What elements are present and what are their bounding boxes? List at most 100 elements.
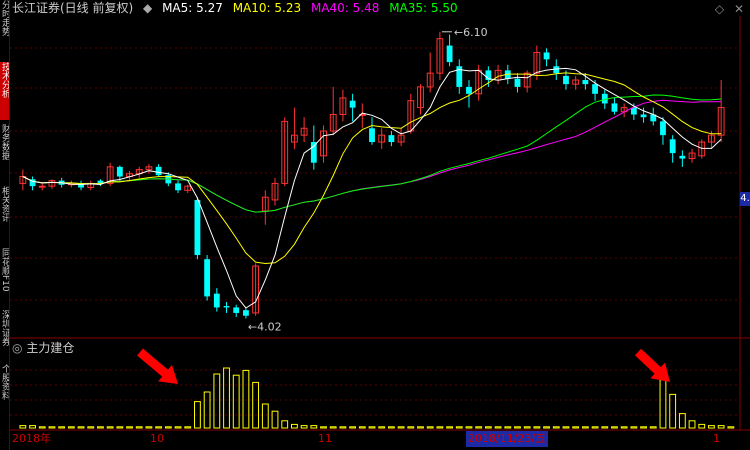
candle-body	[223, 306, 230, 308]
stock-title: 长江证券(日线 前复权)	[12, 1, 134, 15]
candle-body	[369, 128, 375, 143]
sidebar-item-profile[interactable]: 个股资料	[0, 364, 9, 424]
price-chart[interactable]: ←6.10 ←4.02	[0, 0, 750, 450]
vol-bar	[688, 420, 696, 429]
vol-bar	[184, 426, 192, 429]
vol-bar	[126, 426, 133, 429]
left-sidebar: 分时走势 技术分析 财务数据 相关资讯 同花顺F10 深圳证券 个股资料	[0, 0, 10, 450]
vol-bar	[300, 425, 308, 429]
vol-bar	[523, 426, 531, 429]
vol-bar	[620, 426, 628, 429]
vol-bar	[291, 423, 298, 429]
candle-body	[243, 310, 249, 316]
vol-bar	[281, 420, 289, 429]
vol-bar	[310, 425, 318, 429]
vol-bar	[387, 426, 395, 429]
vol-bar	[223, 367, 230, 429]
candle-body	[466, 86, 472, 94]
vol-bar	[145, 426, 153, 429]
vol-bar	[708, 425, 715, 429]
vol-bar	[504, 426, 512, 429]
vol-bar	[698, 423, 706, 429]
vol-bar	[261, 403, 269, 429]
ma35-label: MA35: 5.50	[389, 1, 458, 15]
vol-bar	[135, 426, 143, 429]
candle-body	[155, 166, 162, 176]
vol-bar	[717, 425, 725, 429]
selected-date: 2018/11/23/五	[466, 431, 549, 447]
ma10-label: MA10: 5.23	[232, 1, 302, 15]
sidebar-item-timeshare[interactable]: 分时走势	[0, 0, 9, 58]
vol-bar	[649, 426, 657, 429]
high-price-label: ←6.10	[454, 26, 488, 39]
date-axis: 2018年 10 11 2018/11/23/五 1	[10, 431, 750, 447]
year-label: 2018年	[12, 432, 51, 445]
ma40-label: MA40: 5.48	[310, 1, 380, 15]
chart-header: 长江证券(日线 前复权) ◆ MA5: 5.27 MA10: 5.23 MA40…	[12, 0, 464, 16]
candle-body	[349, 100, 356, 108]
current-price-tag: 4.	[740, 192, 750, 206]
candle-body	[640, 114, 647, 118]
vol-bar	[48, 426, 56, 429]
candle-body	[38, 185, 46, 188]
sidebar-item-technical[interactable]: 技术分析	[0, 62, 9, 120]
candle-body	[563, 75, 569, 85]
vol-bar	[242, 369, 250, 429]
vol-bar	[164, 426, 172, 429]
vol-bar	[669, 393, 677, 429]
vol-bar	[572, 426, 580, 429]
month-tick-jan: 1	[713, 432, 720, 445]
sidebar-item-f10[interactable]: 同花顺F10	[0, 248, 9, 306]
vol-bar	[611, 426, 618, 429]
candle-body	[175, 183, 181, 191]
close-icon[interactable]: ✕	[734, 2, 744, 16]
vol-bar	[378, 426, 386, 429]
diamond-icon[interactable]: ◇	[715, 2, 724, 16]
sidebar-item-news[interactable]: 相关资讯	[0, 186, 9, 244]
sidebar-item-finance[interactable]: 财务数据	[0, 124, 9, 182]
sidebar-item-sz[interactable]: 深圳证券	[0, 310, 9, 360]
settings-icon[interactable]: ◎	[12, 341, 22, 355]
vol-bar	[678, 413, 686, 429]
ma5-label: MA5: 5.27	[162, 1, 223, 15]
vol-bar	[320, 426, 327, 429]
vol-bar	[562, 426, 570, 429]
vol-bar	[727, 426, 735, 429]
candle-body	[204, 259, 211, 297]
vol-bar	[349, 426, 357, 429]
vol-bar	[640, 426, 647, 429]
vol-bar	[97, 426, 104, 429]
candle-body	[388, 135, 395, 143]
sub-panel-header: ◎ 主力建仓	[12, 341, 74, 355]
ma40-line	[22, 99, 722, 213]
candle-body	[233, 307, 240, 313]
vol-bar	[155, 426, 163, 429]
candle-body	[660, 121, 666, 136]
ma35-line	[22, 94, 722, 213]
candle-body	[611, 103, 618, 112]
vol-bar	[203, 391, 211, 429]
vol-bar	[475, 426, 483, 429]
candle-body	[446, 45, 453, 63]
candle-body	[592, 84, 598, 94]
sub-panel-title: 主力建仓	[26, 341, 75, 355]
vol-bar	[271, 410, 279, 429]
vol-bar	[630, 426, 638, 429]
vol-bar	[426, 426, 434, 429]
vol-bar	[77, 426, 85, 429]
vol-bar	[417, 426, 424, 429]
vol-bar	[252, 381, 260, 429]
vol-bar	[494, 426, 502, 429]
red-arrow-left	[137, 348, 178, 384]
vol-bar	[358, 426, 366, 429]
vol-bar	[213, 373, 221, 429]
candle-body	[679, 155, 686, 159]
vol-bar	[407, 426, 415, 429]
vol-bar	[543, 426, 550, 429]
candle-body	[582, 80, 589, 85]
options-icon[interactable]: ◆	[143, 1, 152, 15]
vol-bar	[436, 426, 444, 429]
month-tick-oct: 10	[150, 432, 164, 445]
vol-bar	[329, 426, 337, 429]
candle-body	[543, 52, 550, 60]
